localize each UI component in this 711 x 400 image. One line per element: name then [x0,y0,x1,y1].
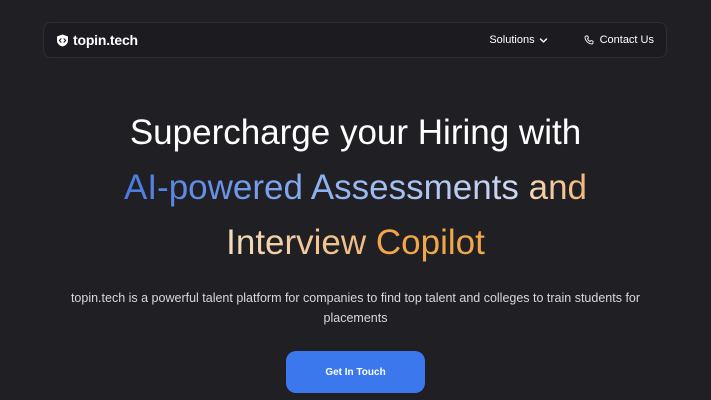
brand-logo[interactable]: topin.tech [56,32,138,48]
hero-text-interview: Interview [226,223,376,262]
chevron-down-icon [539,36,548,45]
hero-line-2: AI-powered Assessments and [0,160,711,215]
contact-us-link[interactable]: Contact Us [584,34,654,46]
hero-line-3: Interview Copilot [0,215,711,270]
phone-icon [584,35,594,45]
top-navbar: topin.tech Solutions Contact Us [43,22,667,58]
hero-text-and: and [518,168,588,207]
hero-subtitle: topin.tech is a powerful talent platform… [70,291,641,325]
brand-name: topin.tech [73,32,138,48]
contact-us-label: Contact Us [599,34,654,46]
solutions-menu[interactable]: Solutions [489,34,547,46]
solutions-label: Solutions [489,34,535,46]
hero-heading: Supercharge your Hiring with AI-powered … [0,105,711,270]
hero-highlight-ai-assessments: AI-powered Assessments [123,168,519,207]
get-in-touch-button[interactable]: Get In Touch [286,351,425,393]
hero-highlight-copilot: Copilot [375,223,485,262]
shield-code-icon [56,34,69,47]
hero-line-1: Supercharge your Hiring with [129,113,582,152]
